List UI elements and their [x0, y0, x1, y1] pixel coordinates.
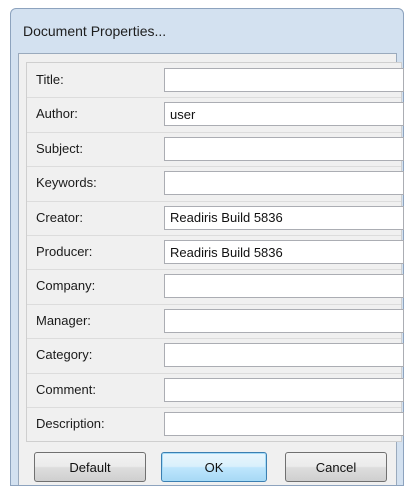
- producer-field[interactable]: [164, 240, 404, 264]
- dialog-body: Title: Author: Subject: Keywords: Creato…: [18, 53, 404, 485]
- description-field[interactable]: [164, 412, 404, 436]
- manager-label: Manager:: [36, 312, 91, 328]
- field-row-subject: Subject:: [27, 131, 404, 166]
- field-row-company: Company:: [27, 269, 404, 303]
- producer-label: Producer:: [36, 244, 93, 259]
- title-field[interactable]: [164, 68, 404, 92]
- manager-field[interactable]: [164, 308, 404, 333]
- author-field[interactable]: [164, 102, 404, 127]
- field-row-description: Description:: [27, 407, 404, 441]
- field-row-author: Author:: [27, 97, 404, 131]
- author-label: Author:: [36, 106, 78, 122]
- field-row-comment: Comment:: [27, 372, 404, 407]
- keywords-label: Keywords:: [36, 175, 97, 191]
- creator-field[interactable]: [164, 205, 404, 230]
- category-label: Category:: [36, 347, 93, 363]
- field-row-manager: Manager:: [27, 303, 404, 338]
- default-button[interactable]: Default: [34, 452, 146, 482]
- company-label: Company:: [36, 278, 96, 294]
- field-row-producer: Producer:: [27, 235, 404, 269]
- document-properties-dialog: Document Properties... Title: Author: Su…: [10, 8, 404, 486]
- field-row-title: Title:: [27, 63, 404, 97]
- category-field[interactable]: [164, 343, 404, 368]
- ok-button[interactable]: OK: [161, 452, 267, 482]
- comment-field[interactable]: [164, 377, 404, 402]
- subject-field[interactable]: [164, 136, 404, 161]
- title-label: Title:: [36, 72, 64, 87]
- field-row-keywords: Keywords:: [27, 166, 404, 200]
- title-bar[interactable]: Document Properties...: [11, 9, 403, 53]
- cancel-button[interactable]: Cancel: [285, 452, 387, 482]
- comment-label: Comment:: [36, 381, 96, 397]
- keywords-field[interactable]: [164, 171, 404, 196]
- company-field[interactable]: [164, 274, 404, 299]
- subject-label: Subject:: [36, 140, 83, 156]
- field-row-category: Category:: [27, 338, 404, 372]
- dialog-title: Document Properties...: [23, 23, 167, 39]
- field-row-creator: Creator:: [27, 200, 404, 235]
- description-label: Description:: [36, 416, 105, 431]
- creator-label: Creator:: [36, 209, 83, 225]
- properties-form: Title: Author: Subject: Keywords: Creato…: [26, 62, 404, 442]
